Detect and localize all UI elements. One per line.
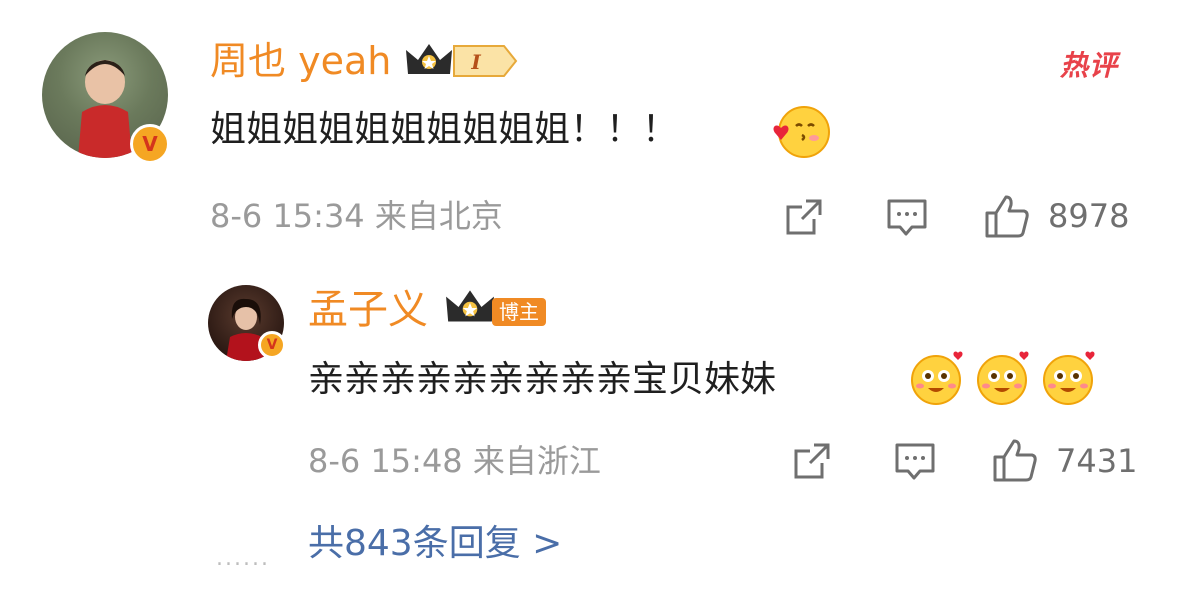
comment-text: 姐姐姐姐姐姐姐姐姐姐！！！ — [210, 109, 679, 150]
level-badge: I — [453, 45, 518, 77]
verified-badge-icon: V — [258, 331, 286, 359]
kiss-heart-emoji-icon — [773, 106, 830, 158]
comment-icon[interactable] — [894, 442, 936, 482]
like-icon[interactable] — [992, 437, 1038, 483]
commenter-username[interactable]: 周也 yeah — [210, 42, 391, 80]
view-all-replies-link[interactable]: 共843条回复 > — [308, 526, 562, 562]
share-icon[interactable] — [784, 197, 824, 237]
blushing-heart-emoji-icon — [911, 351, 1095, 405]
reply-meta: 8-6 15:48 来自浙江 — [308, 442, 601, 480]
hot-comment-label: 热评 — [1060, 49, 1119, 82]
svg-text:I: I — [470, 50, 481, 74]
comment-meta: 8-6 15:34 来自北京 — [210, 197, 503, 235]
like-count: 7431 — [1056, 442, 1138, 480]
replies-dots: ...... — [216, 546, 270, 571]
blogger-badge: 博主 — [492, 298, 546, 326]
share-icon[interactable] — [792, 441, 832, 481]
comment-icon[interactable] — [886, 198, 928, 238]
crown-icon — [406, 44, 452, 74]
replier-username[interactable]: 孟子义 — [308, 290, 428, 330]
crown-icon — [446, 290, 494, 322]
like-count: 8978 — [1048, 197, 1130, 235]
like-icon[interactable] — [984, 193, 1030, 239]
verified-badge-icon: V — [130, 124, 170, 164]
reply-text: 亲亲亲亲亲亲亲亲亲宝贝妹妹 — [308, 359, 777, 400]
